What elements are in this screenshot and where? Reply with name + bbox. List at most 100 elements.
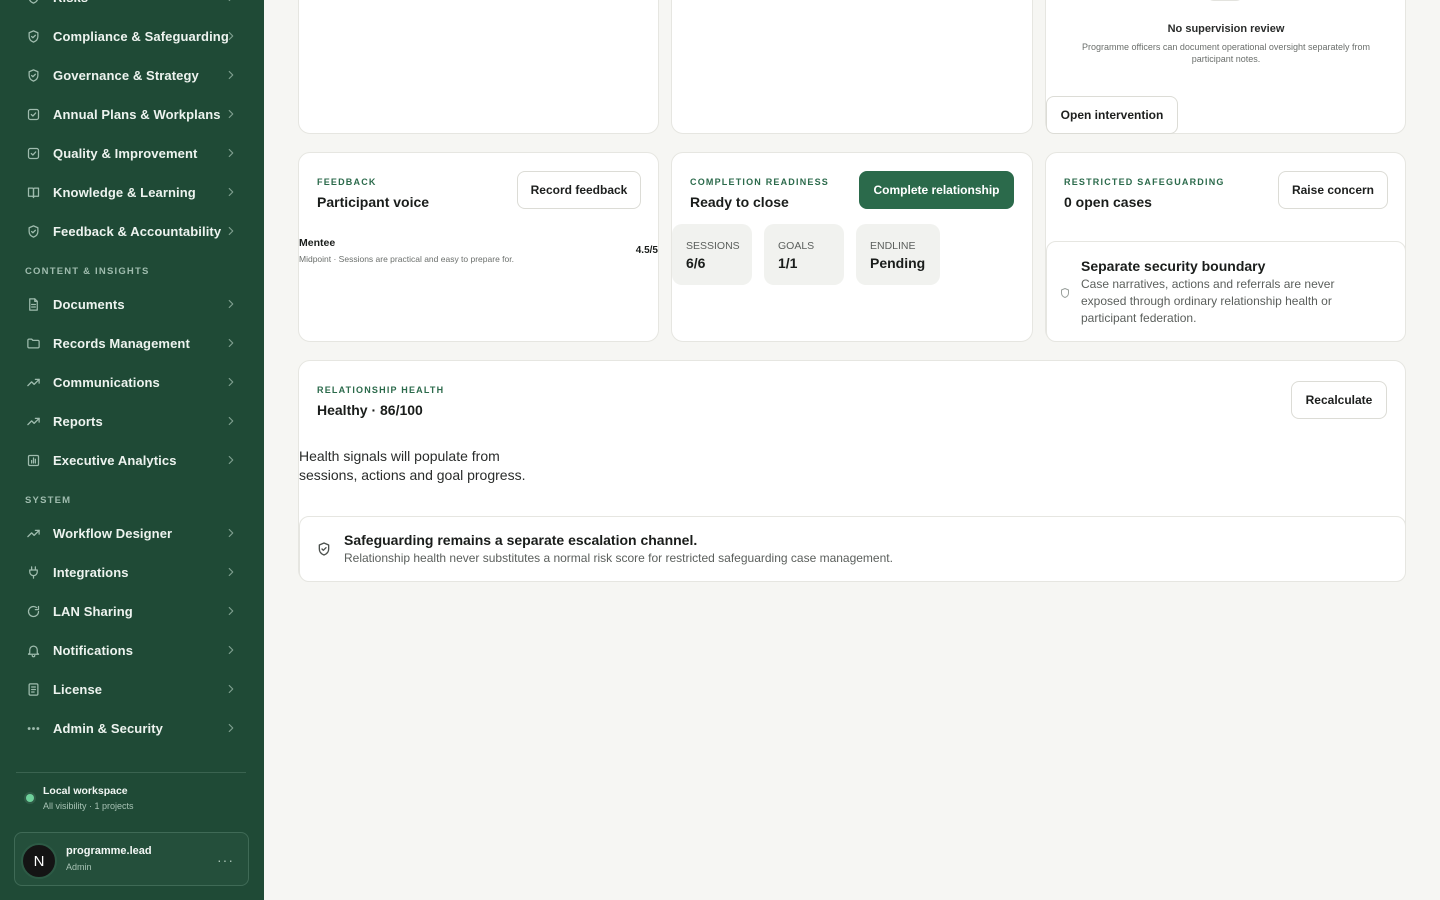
chevron-right-icon xyxy=(224,682,238,696)
banner-description: Relationship health never substitutes a … xyxy=(344,551,893,565)
shield-check-icon xyxy=(316,541,332,557)
sidebar-item-label: Reports xyxy=(53,413,103,429)
sidebar-item-lan-sharing[interactable]: LAN Sharing xyxy=(14,593,250,629)
safeguarding-banner: Safeguarding remains a separate escalati… xyxy=(299,516,1406,582)
chevron-right-icon xyxy=(224,336,238,350)
sidebar-item-admin-and-security[interactable]: Admin & Security xyxy=(14,710,250,746)
chevron-right-icon xyxy=(224,68,238,82)
sidebar-item-documents[interactable]: Documents xyxy=(14,286,250,322)
bell-icon xyxy=(25,642,41,658)
chevron-right-icon xyxy=(224,565,238,579)
sidebar-item-feedback-and-accountability[interactable]: Feedback & Accountability xyxy=(14,213,250,249)
stat-endline-value: Pending xyxy=(870,255,926,271)
security-boundary-description: Case narratives, actions and referrals a… xyxy=(1081,277,1335,325)
workspace-subtitle: All visibility · 1 projects xyxy=(43,801,134,811)
sidebar-item-label: LAN Sharing xyxy=(53,603,133,619)
top-card-left xyxy=(298,0,659,134)
sidebar-item-workflow-designer[interactable]: Workflow Designer xyxy=(14,515,250,551)
license-icon xyxy=(25,681,41,697)
stat-endline: Endline Pending xyxy=(856,224,940,285)
stat-goals: Goals 1/1 xyxy=(764,224,844,285)
completion-title: Ready to close xyxy=(690,194,789,210)
complete-relationship-button[interactable]: Complete relationship xyxy=(859,171,1014,209)
refresh-icon xyxy=(25,603,41,619)
chevron-right-icon xyxy=(224,414,238,428)
sidebar-item-governance-and-strategy[interactable]: Governance & Strategy xyxy=(14,57,250,93)
feedback-title: Participant voice xyxy=(317,194,430,210)
sidebar-item-label: Records Management xyxy=(53,335,190,351)
status-dot-icon xyxy=(26,794,34,802)
sidebar-item-knowledge-and-learning[interactable]: Knowledge & Learning xyxy=(14,174,250,210)
user-card[interactable]: N programme.lead Admin ··· xyxy=(14,832,249,886)
sidebar-item-records-management[interactable]: Records Management xyxy=(14,325,250,361)
safeguarding-title: 0 open cases xyxy=(1064,194,1152,210)
sidebar-item-label: Notifications xyxy=(53,642,134,658)
health-eyebrow: RELATIONSHIP HEALTH xyxy=(317,385,445,395)
sidebar-item-executive-analytics[interactable]: Executive Analytics xyxy=(14,442,250,478)
raise-concern-button[interactable]: Raise concern xyxy=(1278,171,1388,209)
completion-eyebrow: COMPLETION READINESS xyxy=(690,177,830,187)
stat-sessions: Sessions 6/6 xyxy=(672,224,752,285)
empty-state-title: No supervision review xyxy=(1167,23,1285,35)
user-name: programme.lead xyxy=(66,845,152,857)
book-icon xyxy=(25,184,41,200)
sidebar-item-label: Annual Plans & Workplans xyxy=(53,106,221,122)
relationship-health-card: RELATIONSHIP HEALTH Healthy · 86/100 Rec… xyxy=(298,360,1406,582)
sidebar-item-risks[interactable]: Risks xyxy=(14,0,250,15)
sidebar-item-label: Risks xyxy=(53,0,88,5)
chevron-right-icon xyxy=(224,146,238,160)
feedback-entry-name: Mentee xyxy=(299,237,336,249)
sidebar-item-annual-plans-and-workplans[interactable]: Annual Plans & Workplans xyxy=(14,96,250,132)
sidebar: Risks Compliance & Safeguarding Governance… xyxy=(0,0,264,900)
sidebar-item-label: Executive Analytics xyxy=(53,452,177,468)
chevron-right-icon xyxy=(224,643,238,657)
stat-goals-value: 1/1 xyxy=(778,255,798,271)
feedback-entry-score: 4.5/5 xyxy=(635,245,658,256)
sidebar-item-reports[interactable]: Reports xyxy=(14,403,250,439)
sidebar-item-quality-and-improvement[interactable]: Quality & Improvement xyxy=(14,135,250,171)
health-title: Healthy · 86/100 xyxy=(317,402,423,418)
chevron-right-icon xyxy=(224,224,238,238)
sidebar-item-notifications[interactable]: Notifications xyxy=(14,632,250,668)
checkbox-icon xyxy=(25,106,41,122)
safeguarding-card: RESTRICTED SAFEGUARDING 0 open cases Rai… xyxy=(1045,152,1406,342)
feedback-eyebrow: FEEDBACK xyxy=(317,177,377,187)
feedback-card: FEEDBACK Participant voice Record feedba… xyxy=(298,152,659,342)
sidebar-item-license[interactable]: License xyxy=(14,671,250,707)
more-options-icon[interactable]: ··· xyxy=(217,852,234,868)
recalculate-button[interactable]: Recalculate xyxy=(1291,381,1387,419)
section-label-content: CONTENT & INSIGHTS xyxy=(25,266,150,277)
supervision-card: No supervision review Programme officers… xyxy=(1045,0,1406,134)
health-empty-message: Health signals will populate from sessio… xyxy=(299,448,526,483)
chevron-right-icon xyxy=(224,297,238,311)
plug-icon xyxy=(25,564,41,580)
sidebar-item-compliance-and-safeguarding[interactable]: Compliance & Safeguarding xyxy=(14,18,250,54)
chevron-right-icon xyxy=(224,721,238,735)
workspace-title: Local workspace xyxy=(43,785,128,797)
open-intervention-button[interactable]: Open intervention xyxy=(1046,96,1178,134)
empty-state-icon xyxy=(1206,0,1244,1)
sidebar-item-label: Integrations xyxy=(53,564,129,580)
chevron-right-icon xyxy=(224,453,238,467)
stat-goals-label: Goals xyxy=(778,240,815,252)
record-feedback-button[interactable]: Record feedback xyxy=(517,171,641,209)
sidebar-item-label: Admin & Security xyxy=(53,720,163,736)
bar-chart-icon xyxy=(25,452,41,468)
shield-check-icon xyxy=(25,67,41,83)
sidebar-item-communications[interactable]: Communications xyxy=(14,364,250,400)
chevron-right-icon xyxy=(224,107,238,121)
sidebar-divider xyxy=(16,772,246,773)
sidebar-item-integrations[interactable]: Integrations xyxy=(14,554,250,590)
trend-icon xyxy=(25,413,41,429)
dots-icon xyxy=(25,720,41,736)
shield-icon xyxy=(25,0,41,5)
feedback-entry-text: Midpoint · Sessions are practical and ea… xyxy=(299,254,514,264)
sidebar-item-label: Feedback & Accountability xyxy=(53,223,222,239)
completion-card: COMPLETION READINESS Ready to close Comp… xyxy=(671,152,1033,342)
sidebar-item-label: Documents xyxy=(53,296,125,312)
sidebar-item-label: Compliance & Safeguarding xyxy=(53,28,229,44)
stat-endline-label: Endline xyxy=(870,240,916,252)
chevron-right-icon xyxy=(224,375,238,389)
sidebar-item-label: Quality & Improvement xyxy=(53,145,198,161)
sidebar-item-label: Governance & Strategy xyxy=(53,67,199,83)
